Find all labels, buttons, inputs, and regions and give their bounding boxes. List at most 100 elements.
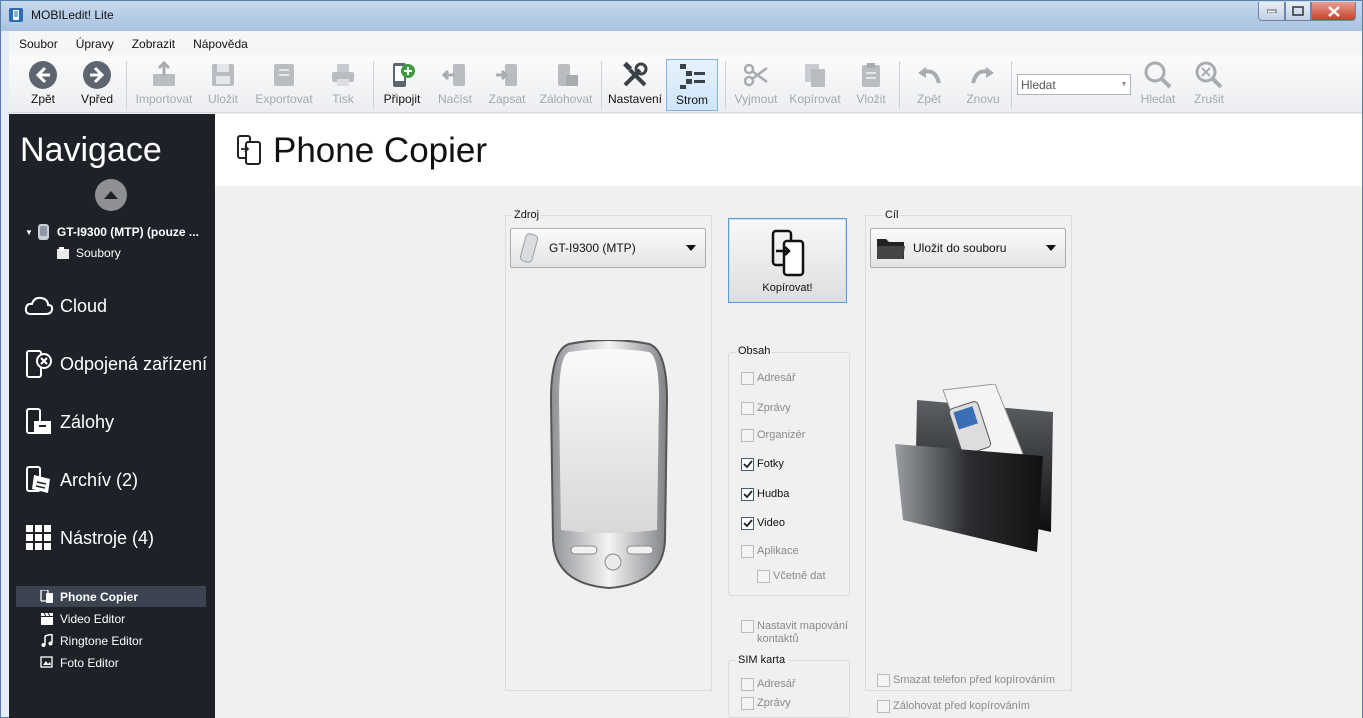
mapping-checkbox[interactable]: Nastavit mapování kontaktů <box>741 620 861 646</box>
forward-button[interactable]: Vpřed <box>77 59 117 111</box>
checkbox-box <box>741 545 754 558</box>
folder-save-image <box>895 384 1053 552</box>
client-area: Soubor Úpravy Zobrazit Nápověda Zpět Vpř… <box>9 31 1362 718</box>
import-button[interactable]: Importovat <box>133 59 195 111</box>
checkbox-box <box>877 700 890 713</box>
navigation-sidebar: Navigace ▼ GT-I9300 (MTP) (pouze ... Sou… <box>9 114 215 718</box>
target-dropdown[interactable]: Uložit do souboru <box>870 228 1066 268</box>
copy-button[interactable]: Kopírovat <box>788 59 842 111</box>
checkbox-box <box>741 402 754 415</box>
maximize-button[interactable] <box>1285 2 1311 21</box>
tree-view-icon <box>676 60 708 92</box>
navigate-up-button[interactable] <box>95 179 127 211</box>
app-window: MOBILedit! Lite Soubor Úpravy Zobrazit N… <box>0 0 1363 718</box>
minimize-button[interactable] <box>1258 2 1285 21</box>
main-content: Phone Copier Zdroj GT-I9300 (MTP) Kopíro… <box>215 114 1362 718</box>
phone-icon <box>519 233 539 263</box>
sidebar-item-cloud[interactable]: Cloud <box>23 291 107 321</box>
source-value: GT-I9300 (MTP) <box>549 241 636 255</box>
content-checkbox[interactable]: Organizér <box>741 429 805 442</box>
close-icon <box>1327 5 1340 17</box>
sidebar-item-archive[interactable]: Archív (2) <box>23 465 138 495</box>
redo-icon <box>967 59 999 91</box>
tree-expand-icon: ▼ <box>25 227 33 237</box>
sidebar-item-phone-copier[interactable]: Phone Copier <box>16 586 206 607</box>
copy-now-button[interactable]: Kopírovat! <box>728 218 847 303</box>
save-button[interactable]: Uložit <box>205 59 241 111</box>
phone-copier-icon <box>40 590 53 603</box>
content-checkbox[interactable]: Video <box>741 517 785 530</box>
content-checkbox[interactable]: Včetně dat <box>757 570 826 583</box>
phone-disconnected-icon <box>23 349 55 379</box>
backup-button[interactable]: Zálohovat <box>538 59 594 111</box>
print-button[interactable]: Tisk <box>327 59 359 111</box>
sidebar-item-ringtone-editor[interactable]: Ringtone Editor <box>16 630 206 651</box>
sidebar-item-backups[interactable]: Zálohy <box>23 407 114 437</box>
cancel-search-button[interactable]: Zrušit <box>1191 59 1227 111</box>
back-button[interactable]: Zpět <box>23 59 63 111</box>
sidebar-item-video-editor[interactable]: Video Editor <box>16 608 206 629</box>
tree-device-item[interactable]: ▼ GT-I9300 (MTP) (pouze ... <box>25 224 213 240</box>
floppy-disk-icon <box>207 59 239 91</box>
tree-button[interactable]: Strom <box>666 59 718 111</box>
photo-edit-icon <box>40 656 53 668</box>
search-icon <box>1142 59 1174 91</box>
clapperboard-icon <box>41 612 53 625</box>
toolbar-separator <box>899 61 900 109</box>
window-title: MOBILedit! Lite <box>31 8 114 22</box>
checkbox-checked-icon <box>741 458 754 471</box>
undo-button[interactable]: Zpět <box>912 59 946 111</box>
menu-zobrazit[interactable]: Zobrazit <box>122 31 183 55</box>
close-button[interactable] <box>1311 2 1356 21</box>
archive-icon <box>23 465 55 495</box>
menu-upravy[interactable]: Úpravy <box>66 31 122 55</box>
tree-files-item[interactable]: Soubory <box>56 246 121 260</box>
grid-icon <box>23 523 55 553</box>
page-header: Phone Copier <box>215 114 1362 186</box>
arrow-left-icon <box>27 59 59 91</box>
export-button[interactable]: Exportovat <box>254 59 314 111</box>
content-checkbox[interactable]: Aplikace <box>741 545 799 558</box>
target-option-checkbox[interactable]: Zálohovat před kopírováním <box>877 700 1030 713</box>
menu-napoveda[interactable]: Nápověda <box>183 31 256 55</box>
content-checkbox[interactable]: Adresář <box>741 372 796 385</box>
export-icon <box>268 59 300 91</box>
page-title: Phone Copier <box>273 131 488 170</box>
checkbox-box <box>741 678 754 691</box>
connect-button[interactable]: Připojit <box>381 59 423 111</box>
maximize-icon <box>1292 6 1304 16</box>
paste-button[interactable]: Vložit <box>854 59 888 111</box>
tools-icon <box>619 59 651 91</box>
sim-checkbox[interactable]: Zprávy <box>741 697 791 710</box>
target-option-checkbox[interactable]: Smazat telefon před kopírováním <box>877 674 1055 687</box>
undo-icon <box>913 59 945 91</box>
redo-button[interactable]: Znovu <box>962 59 1004 111</box>
content-checkbox[interactable]: Fotky <box>741 458 784 471</box>
sidebar-item-tools[interactable]: Nástroje (4) <box>23 523 154 553</box>
printer-icon <box>327 59 359 91</box>
import-icon <box>148 59 180 91</box>
search-button[interactable]: Hledat <box>1138 59 1178 111</box>
cloud-icon <box>23 291 55 321</box>
sidebar-item-disconnected[interactable]: Odpojená zařízení <box>23 349 207 379</box>
folder-icon <box>877 239 905 259</box>
phone-add-icon <box>386 59 418 91</box>
load-button[interactable]: Načíst <box>437 59 473 111</box>
search-cancel-icon <box>1193 59 1225 91</box>
content-checkbox[interactable]: Hudba <box>741 488 789 501</box>
search-combobox[interactable]: Hledat ▼ <box>1017 74 1131 95</box>
search-value: Hledat <box>1021 77 1056 92</box>
checkbox-checked-icon <box>741 517 754 530</box>
source-dropdown[interactable]: GT-I9300 (MTP) <box>510 228 706 268</box>
menu-soubor[interactable]: Soubor <box>9 31 66 55</box>
minimize-icon <box>1266 9 1276 13</box>
settings-button[interactable]: Nastavení <box>607 59 663 111</box>
sim-checkbox[interactable]: Adresář <box>741 678 796 691</box>
cut-button[interactable]: Vyjmout <box>732 59 780 111</box>
target-label: Cíl <box>883 209 901 221</box>
toolbar: Zpět Vpřed Importovat Uložit Exportovat … <box>9 55 1362 113</box>
sidebar-item-foto-editor[interactable]: Foto Editor <box>16 652 206 673</box>
backup-box-icon <box>23 407 55 437</box>
content-checkbox[interactable]: Zprávy <box>741 402 791 415</box>
write-button[interactable]: Zapsat <box>489 59 525 111</box>
